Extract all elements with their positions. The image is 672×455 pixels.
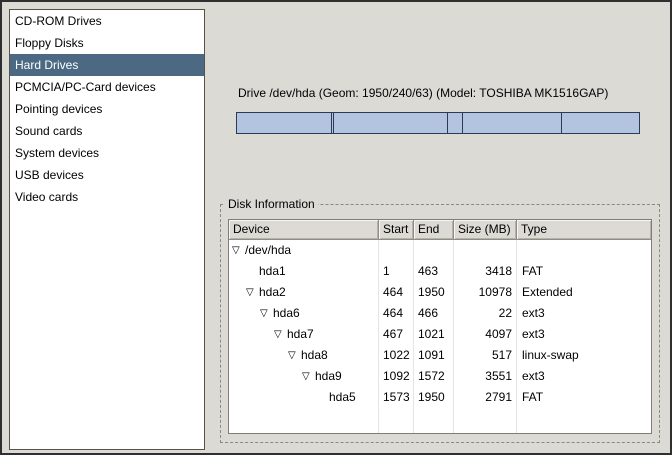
device-name: hda9 [315, 366, 342, 387]
partition-segment-hda7[interactable] [333, 113, 447, 133]
table-row[interactable]: ▽ hda2 464 1950 10978 Extended [229, 282, 651, 303]
type-cell: linux-swap [517, 345, 651, 366]
start-cell: 1 [379, 261, 414, 282]
sidebar-item-floppy-disks[interactable]: Floppy Disks [10, 32, 204, 54]
start-cell [379, 240, 414, 261]
table-row[interactable]: hda1 1 463 3418 FAT [229, 261, 651, 282]
end-cell: 1950 [414, 282, 454, 303]
start-cell: 464 [379, 282, 414, 303]
column-header-end[interactable]: End [414, 220, 454, 240]
type-cell: FAT [517, 261, 651, 282]
end-cell: 1572 [414, 366, 454, 387]
end-cell: 463 [414, 261, 454, 282]
type-cell: ext3 [517, 366, 651, 387]
table-body: ▽ /dev/hda hda1 1 463 3418 [229, 240, 651, 433]
start-cell: 464 [379, 303, 414, 324]
device-name: hda6 [273, 303, 300, 324]
sidebar-item-sound-cards[interactable]: Sound cards [10, 120, 204, 142]
device-name: hda8 [301, 345, 328, 366]
drive-partition-bar [236, 112, 640, 134]
type-cell: FAT [517, 387, 651, 408]
column-header-type[interactable]: Type [517, 220, 651, 240]
partition-segment-hda8[interactable] [447, 113, 462, 133]
table-row[interactable]: ▽ /dev/hda [229, 240, 651, 261]
size-cell: 3418 [454, 261, 517, 282]
column-header-size[interactable]: Size (MB) [454, 220, 517, 240]
column-header-device[interactable]: Device [229, 220, 379, 240]
frame-label: Disk Information [225, 197, 318, 211]
device-name: hda5 [329, 387, 356, 408]
expander-icon[interactable]: ▽ [232, 240, 245, 261]
table-row[interactable]: ▽ hda7 467 1021 4097 ext3 [229, 324, 651, 345]
end-cell: 1950 [414, 387, 454, 408]
expander-icon[interactable]: ▽ [274, 324, 287, 345]
partition-segment-hda9[interactable] [462, 113, 561, 133]
device-name: hda1 [259, 261, 286, 282]
drive-title: Drive /dev/hda (Geom: 1950/240/63) (Mode… [238, 86, 608, 100]
column-header-start[interactable]: Start [379, 220, 414, 240]
device-name: hda2 [259, 282, 286, 303]
end-cell: 1021 [414, 324, 454, 345]
end-cell: 1091 [414, 345, 454, 366]
expander-icon[interactable]: ▽ [302, 366, 315, 387]
type-cell: ext3 [517, 324, 651, 345]
table-row[interactable]: ▽ hda6 464 466 22 ext3 [229, 303, 651, 324]
expander-icon[interactable]: ▽ [246, 282, 259, 303]
type-cell [517, 240, 651, 261]
disk-information-frame: Disk Information Device Start End Size (… [220, 197, 660, 443]
start-cell: 467 [379, 324, 414, 345]
sidebar-item-video-cards[interactable]: Video cards [10, 186, 204, 208]
size-cell: 4097 [454, 324, 517, 345]
table-header: Device Start End Size (MB) Type [229, 220, 651, 240]
device-name: hda7 [287, 324, 314, 345]
size-cell: 3551 [454, 366, 517, 387]
sidebar-item-pcmcia[interactable]: PCMCIA/PC-Card devices [10, 76, 204, 98]
start-cell: 1092 [379, 366, 414, 387]
hardware-browser-window: CD-ROM Drives Floppy Disks Hard Drives P… [0, 0, 672, 455]
sidebar-item-system-devices[interactable]: System devices [10, 142, 204, 164]
table-row[interactable]: ▽ hda9 1092 1572 3551 ext3 [229, 366, 651, 387]
partition-segment-hda5[interactable] [561, 113, 639, 133]
end-cell [414, 240, 454, 261]
sidebar-item-usb-devices[interactable]: USB devices [10, 164, 204, 186]
device-name: /dev/hda [245, 240, 291, 261]
sidebar-item-cdrom-drives[interactable]: CD-ROM Drives [10, 10, 204, 32]
device-category-list: CD-ROM Drives Floppy Disks Hard Drives P… [9, 9, 205, 450]
table-row[interactable]: hda5 1573 1950 2791 FAT [229, 387, 651, 408]
end-cell: 466 [414, 303, 454, 324]
sidebar-item-pointing[interactable]: Pointing devices [10, 98, 204, 120]
start-cell: 1022 [379, 345, 414, 366]
size-cell: 517 [454, 345, 517, 366]
size-cell: 22 [454, 303, 517, 324]
start-cell: 1573 [379, 387, 414, 408]
size-cell: 10978 [454, 282, 517, 303]
type-cell: Extended [517, 282, 651, 303]
partition-table: Device Start End Size (MB) Type ▽ /dev/h… [228, 219, 652, 434]
table-row[interactable]: ▽ hda8 1022 1091 517 linux-swap [229, 345, 651, 366]
size-cell: 2791 [454, 387, 517, 408]
expander-icon[interactable]: ▽ [288, 345, 301, 366]
size-cell [454, 240, 517, 261]
type-cell: ext3 [517, 303, 651, 324]
partition-segment-hda1[interactable] [237, 113, 331, 133]
sidebar-item-hard-drives[interactable]: Hard Drives [10, 54, 204, 76]
expander-icon[interactable]: ▽ [260, 303, 273, 324]
